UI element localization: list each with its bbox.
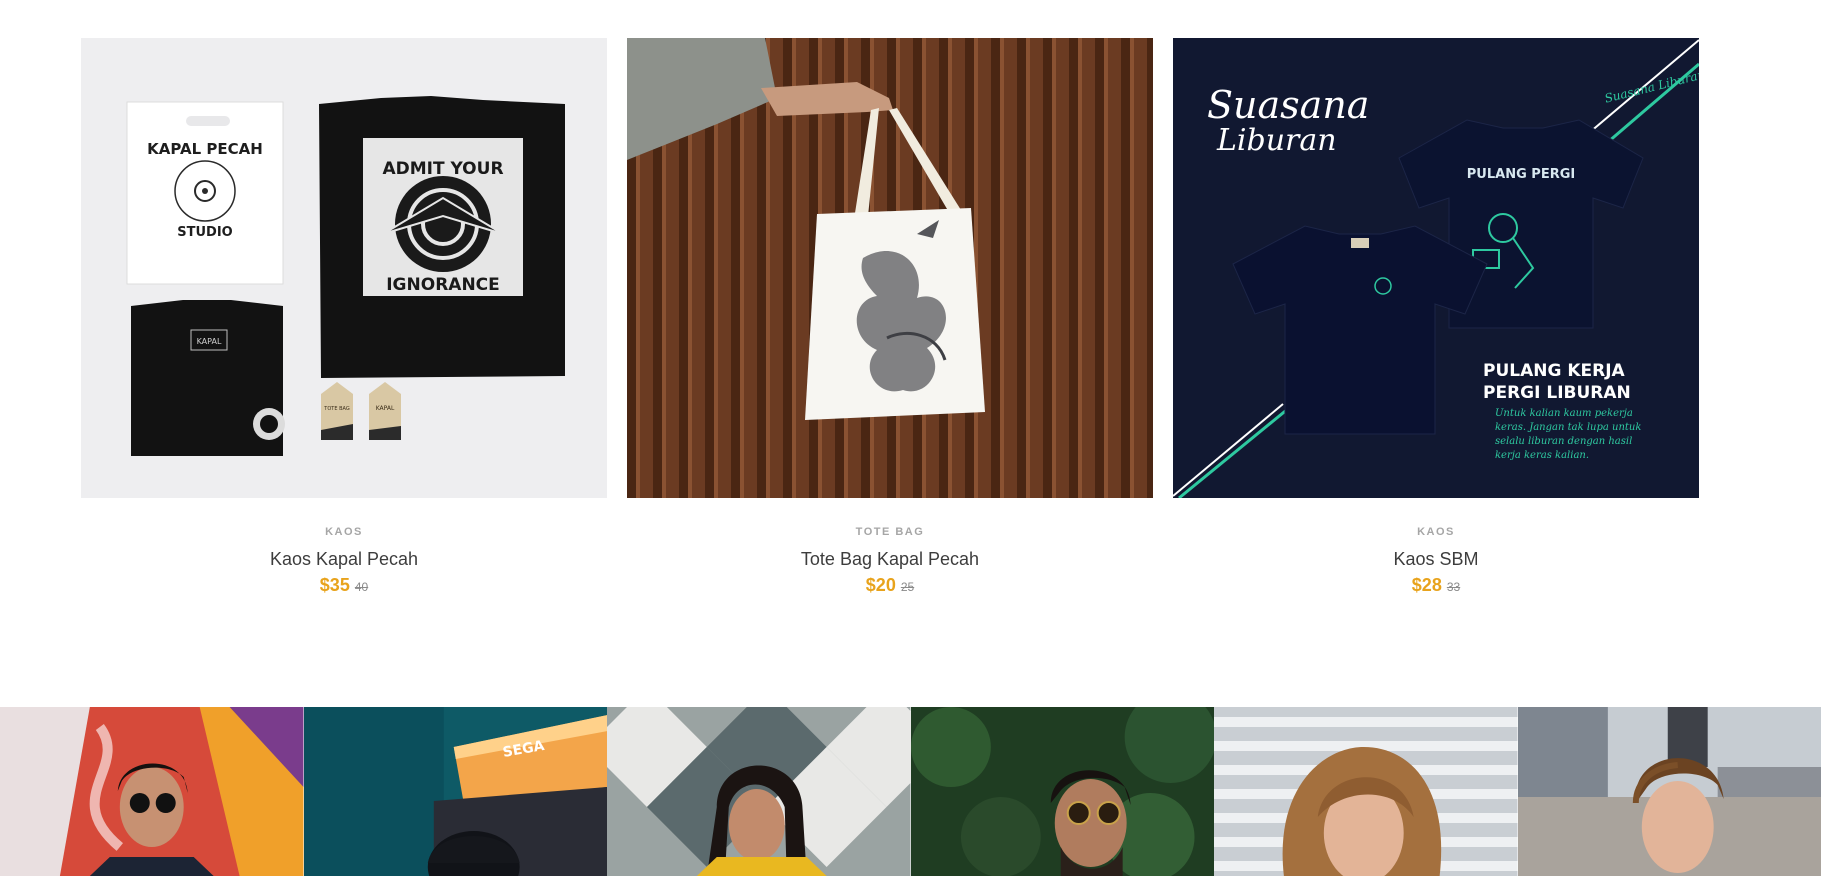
product-name[interactable]: Tote Bag Kapal Pecah — [801, 549, 979, 570]
product-name[interactable]: Kaos Kapal Pecah — [270, 549, 418, 570]
product-image-tote-bag[interactable] — [627, 38, 1153, 498]
photo-gallery-strip: SEGA — [0, 707, 1821, 876]
shirt-label-text: KAPAL — [197, 337, 222, 346]
product-card-kaos-kapal-pecah[interactable]: KAPAL PECAH STUDIO ADMIT YOUR IGNORANCE … — [81, 38, 607, 596]
headline-line-1: PULANG KERJA — [1483, 361, 1626, 381]
product-price: $28 33 — [1412, 575, 1460, 596]
product-page: KAPAL PECAH STUDIO ADMIT YOUR IGNORANCE … — [0, 0, 1821, 876]
product-name[interactable]: Kaos SBM — [1393, 549, 1478, 570]
product-price: $20 25 — [866, 575, 914, 596]
gallery-photo-6[interactable] — [1517, 707, 1821, 876]
hang-tag-left-text: TOTE BAG — [323, 406, 350, 412]
shirt-back-title: PULANG PERGI — [1467, 167, 1575, 182]
product-category: TOTE BAG — [855, 526, 925, 538]
bag-text-bottom: STUDIO — [177, 225, 232, 240]
current-price: $28 — [1411, 575, 1442, 595]
product-price: $35 40 — [320, 575, 368, 596]
gallery-photo-2[interactable]: SEGA — [303, 707, 607, 876]
hang-tag-right-text: KAPAL — [376, 405, 395, 412]
current-price: $20 — [865, 575, 896, 595]
script-line-4: kerja keras kalian. — [1495, 450, 1589, 461]
gallery-photo-3[interactable] — [607, 707, 911, 876]
headline-line-2: PERGI LIBURAN — [1483, 383, 1631, 403]
script-line-3: selalu liburan dengan hasil — [1495, 436, 1632, 447]
old-price: 33 — [1446, 580, 1461, 594]
old-price: 40 — [354, 580, 369, 594]
script-line-1: Untuk kalian kaum pekerja — [1495, 408, 1633, 419]
logo-line-2: Liburan — [1216, 123, 1337, 158]
current-price: $35 — [319, 575, 350, 595]
bag-text-top: KAPAL PECAH — [147, 140, 263, 158]
product-category: KAOS — [325, 526, 363, 538]
gallery-photo-4[interactable] — [910, 707, 1214, 876]
old-price: 25 — [900, 580, 915, 594]
product-image-kaos-kapal-pecah[interactable]: KAPAL PECAH STUDIO ADMIT YOUR IGNORANCE … — [81, 38, 607, 498]
gallery-photo-1[interactable] — [0, 707, 304, 876]
product-card-kaos-sbm[interactable]: Suasana Liburan Suasana Liburan PULANG P… — [1173, 38, 1699, 596]
product-card-tote-bag-kapal-pecah[interactable]: TOTE BAG Tote Bag Kapal Pecah $20 25 — [627, 38, 1153, 596]
shirt-text-bottom: IGNORANCE — [386, 275, 500, 295]
product-category: KAOS — [1417, 526, 1455, 538]
script-line-2: keras. Jangan tak lupa untuk — [1495, 422, 1641, 433]
product-grid: KAPAL PECAH STUDIO ADMIT YOUR IGNORANCE … — [81, 38, 1701, 596]
logo-line-1: Suasana — [1207, 83, 1369, 127]
gallery-photo-5[interactable] — [1214, 707, 1518, 876]
shirt-text-top: ADMIT YOUR — [382, 159, 503, 179]
product-image-kaos-sbm[interactable]: Suasana Liburan Suasana Liburan PULANG P… — [1173, 38, 1699, 498]
